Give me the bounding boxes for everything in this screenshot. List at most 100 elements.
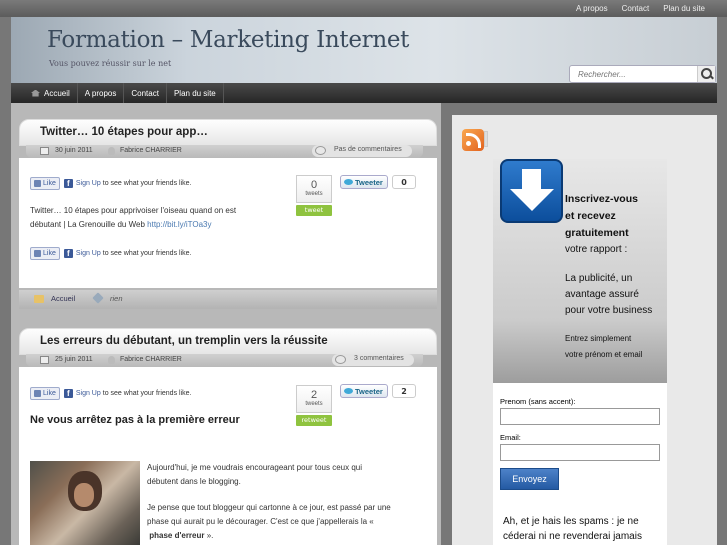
prenom-field[interactable] [500, 408, 660, 425]
promo-line-2: La publicité, un [565, 273, 633, 284]
post-excerpt: Twitter… 10 étapes pour apprivoiser l'oi… [30, 204, 236, 232]
facebook-icon: f [63, 249, 73, 258]
fb-like-button[interactable]: Like [30, 247, 60, 260]
post-title[interactable]: Les erreurs du débutant, un tremplin ver… [40, 335, 328, 347]
fb-like-label: Like [43, 390, 56, 397]
thumbs-up-icon [34, 390, 41, 397]
promo-small-2: votre prénom et email [565, 350, 643, 359]
promo-line-4: pour votre business [565, 305, 653, 316]
fb-like-text: to see what your friends like. [102, 250, 192, 257]
search-box [569, 65, 716, 83]
tweetmeme-number: 2 [310, 389, 318, 401]
nav-plan[interactable]: Plan du site [167, 83, 224, 103]
tweetmeme-button[interactable]: retweet [296, 415, 332, 426]
tweet-count: 0 [392, 175, 416, 189]
post-category[interactable]: Accueil [51, 294, 75, 303]
topnav-plan[interactable]: Plan du site [663, 4, 705, 13]
thumbs-up-icon [34, 180, 41, 187]
prenom-label: Prenom (sans accent): [500, 397, 576, 406]
email-field[interactable] [500, 444, 660, 461]
excerpt-link[interactable]: http://bit.ly/iTOa3y [147, 220, 211, 229]
thumbs-up-icon [34, 250, 41, 257]
promo-small-1: Entrez simplement [565, 334, 632, 343]
promo-line-1: votre rapport : [565, 244, 628, 255]
comments-link[interactable]: Pas de commentaires [312, 145, 412, 157]
para-line: débutent dans le blogging. [147, 477, 241, 486]
para-line-end: ». [206, 531, 214, 540]
fb-like-label: Like [43, 250, 56, 257]
calendar-icon [40, 147, 49, 155]
tweetmeme-unit: tweets [305, 401, 323, 407]
nav-accueil[interactable]: Accueil [11, 83, 78, 103]
comments-count: Pas de commentaires [334, 146, 402, 153]
fb-like-row: Like f Sign Up to see what your friends … [30, 177, 191, 190]
para-line: phase qui aurait pu le décourager. C'est… [147, 517, 374, 526]
tweet-button[interactable]: Tweeter [340, 384, 388, 398]
spam-notice: Ah, et je hais les spams : je ne céderai… [503, 516, 642, 542]
tweet-button[interactable]: Tweeter [340, 175, 388, 189]
tweetmeme-widget: 0 tweets tweet [296, 175, 332, 217]
para-line: Je pense que tout bloggeur qui cartonne … [147, 503, 391, 512]
fb-like-button[interactable]: Like [30, 177, 60, 190]
post-header: Les erreurs du débutant, un tremplin ver… [19, 328, 437, 355]
tweetmeme-count: 0 tweets [296, 175, 332, 203]
fb-like-label: Like [43, 180, 56, 187]
search-icon[interactable] [697, 66, 715, 82]
rss-tab [484, 131, 488, 147]
phase-erreur-text: phase d'erreur [149, 531, 205, 540]
tweetmeme-unit: tweets [305, 191, 323, 197]
site-title[interactable]: Formation – Marketing Internet [47, 27, 409, 53]
post-header: Twitter… 10 étapes pour app… [19, 119, 437, 146]
fb-like-row: Like f Sign Up to see what your friends … [30, 247, 191, 260]
post-tags: rien [110, 294, 123, 303]
user-icon [108, 356, 115, 364]
top-nav: A propos Contact Plan du site [576, 4, 705, 13]
rss-icon[interactable] [462, 129, 484, 151]
download-arrow-icon [500, 159, 563, 223]
fb-signup-link[interactable]: Sign Up [76, 250, 101, 257]
post-photo [30, 461, 140, 545]
tweetmeme-button[interactable]: tweet [296, 205, 332, 216]
post-footer: Accueil rien [19, 290, 437, 309]
tweetmeme-count: 2 tweets [296, 385, 332, 413]
promo-title-1: Inscrivez-vous [565, 193, 638, 205]
post-meta: 25 juin 2011 Fabrice CHARRIER 3 commenta… [26, 354, 423, 367]
post-author: Fabrice CHARRIER [120, 356, 182, 363]
optin-form: Prenom (sans accent): Email: Envoyez Ah,… [493, 383, 667, 545]
main-nav: Accueil A propos Contact Plan du site [11, 83, 717, 103]
post-date: 30 juin 2011 [55, 147, 93, 154]
email-label: Email: [500, 433, 521, 442]
fb-signup-link[interactable]: Sign Up [76, 390, 101, 397]
post-paragraph: Je pense que tout bloggeur qui cartonne … [147, 501, 432, 543]
fb-signup-link[interactable]: Sign Up [76, 180, 101, 187]
nav-accueil-label: Accueil [44, 88, 70, 98]
post-paragraph: Aujourd'hui, je me voudrais encourageant… [147, 461, 427, 489]
comments-count: 3 commentaires [354, 355, 404, 362]
facebook-icon: f [63, 179, 73, 188]
tweetmeme-widget: 2 tweets retweet [296, 385, 332, 427]
comment-icon [335, 355, 346, 364]
twitter-bird-icon [344, 179, 353, 185]
topnav-apropos[interactable]: A propos [576, 4, 608, 13]
post-subheading: Ne vous arrêtez pas à la première erreur [30, 414, 240, 426]
tweet-count: 2 [392, 384, 416, 398]
nav-apropos[interactable]: A propos [78, 83, 125, 103]
promo-title-2: et recevez [565, 210, 616, 222]
site-header: Formation – Marketing Internet Vous pouv… [11, 17, 717, 83]
topnav-contact[interactable]: Contact [622, 4, 650, 13]
fb-like-text: to see what your friends like. [102, 390, 192, 397]
post-author: Fabrice CHARRIER [120, 147, 182, 154]
tag-icon [92, 292, 104, 304]
user-icon [108, 147, 115, 155]
search-input[interactable] [570, 66, 697, 82]
post-title[interactable]: Twitter… 10 étapes pour app… [40, 126, 208, 138]
nav-contact[interactable]: Contact [124, 83, 167, 103]
submit-button[interactable]: Envoyez [500, 468, 559, 490]
comment-icon [315, 146, 326, 155]
optin-promo: Inscrivez-vous et recevez gratuitement v… [493, 159, 667, 383]
twitter-bird-icon [344, 388, 353, 394]
para-line: Aujourd'hui, je me voudrais encourageant… [147, 463, 362, 472]
fb-like-button[interactable]: Like [30, 387, 60, 400]
tweet-button-label: Tweeter [355, 178, 383, 187]
top-bar: A propos Contact Plan du site [0, 0, 727, 17]
